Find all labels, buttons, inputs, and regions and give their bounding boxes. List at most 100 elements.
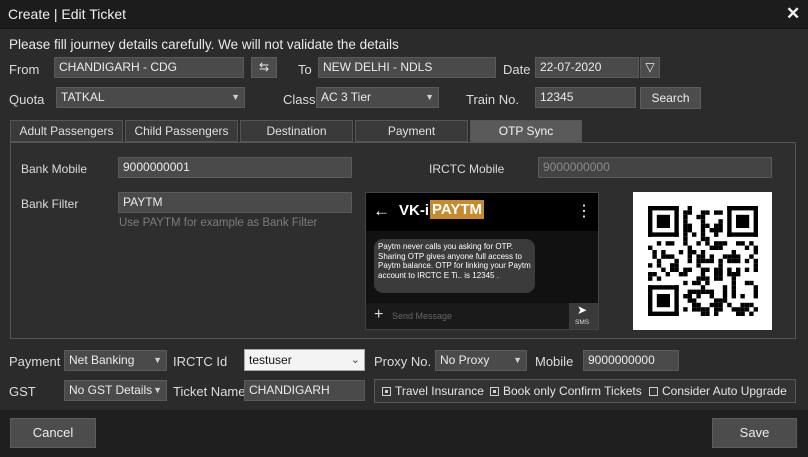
- class-select[interactable]: AC 3 Tier ▼: [316, 87, 439, 108]
- mobile-input[interactable]: 9000000000: [583, 350, 679, 371]
- qr-module: [749, 302, 754, 308]
- from-label: From: [9, 62, 40, 77]
- qr-module: [665, 254, 670, 259]
- qr-module: [731, 276, 736, 281]
- to-station-input[interactable]: NEW DELHI - NDLS: [318, 57, 496, 78]
- qr-module: [692, 250, 697, 255]
- qr-module: [661, 250, 666, 255]
- qr-module: [683, 294, 688, 299]
- qr-module: [670, 254, 675, 259]
- qr-module: [731, 250, 736, 255]
- plus-icon[interactable]: +: [374, 306, 383, 324]
- qr-module: [696, 294, 701, 299]
- search-button[interactable]: Search: [640, 87, 701, 109]
- checkbox-checked-icon: [490, 387, 499, 396]
- qr-module: [709, 258, 714, 264]
- chevron-down-icon: ▼: [425, 92, 434, 102]
- quota-select[interactable]: TATKAL ▼: [56, 87, 245, 108]
- qr-module: [709, 302, 714, 308]
- qr-module: [656, 276, 662, 281]
- qr-module: [700, 254, 706, 259]
- qr-module: [700, 214, 706, 220]
- qr-module: [687, 245, 692, 250]
- confirm-only-checkbox[interactable]: Book only Confirm Tickets: [490, 380, 642, 402]
- qr-module: [736, 307, 741, 312]
- qr-module: [740, 307, 745, 312]
- swap-stations-button[interactable]: ⇆: [251, 57, 277, 78]
- cancel-button[interactable]: Cancel: [10, 418, 96, 448]
- qr-finder: [648, 311, 679, 316]
- qr-module: [727, 267, 732, 272]
- qr-module: [731, 254, 736, 259]
- sms-sender-highlight: PAYTM: [430, 200, 485, 219]
- date-input[interactable]: 22-07-2020: [535, 57, 639, 78]
- ticket-name-input[interactable]: CHANDIGARH: [244, 380, 365, 401]
- sms-compose-placeholder[interactable]: Send Message: [392, 311, 452, 321]
- qr-module: [749, 254, 754, 259]
- ticket-name-label: Ticket Name: [173, 384, 246, 399]
- qr-module: [722, 289, 728, 294]
- tab-child-passengers[interactable]: Child Passengers: [125, 120, 238, 142]
- qr-module: [731, 289, 736, 294]
- qr-module: [696, 302, 701, 308]
- qr-module: [683, 267, 688, 272]
- qr-module: [683, 223, 688, 228]
- qr-module: [714, 241, 719, 246]
- tab-otp-sync[interactable]: OTP Sync: [470, 120, 582, 142]
- close-icon[interactable]: ✕: [786, 4, 800, 24]
- options-bar: Travel Insurance Book only Confirm Ticke…: [374, 379, 796, 403]
- qr-module: [736, 258, 741, 264]
- irctc-mobile-input[interactable]: 9000000000: [538, 157, 772, 178]
- gst-select[interactable]: No GST Details ▼: [64, 380, 167, 401]
- send-sms-button[interactable]: ➤ SMS: [569, 303, 598, 329]
- qr-module: [670, 267, 675, 272]
- qr-module: [683, 272, 688, 277]
- qr-module: [709, 245, 714, 250]
- tab-payment[interactable]: Payment: [355, 120, 468, 142]
- sms-message-bubble: Paytm never calls you asking for OTP. Sh…: [374, 239, 535, 293]
- qr-module: [753, 258, 758, 264]
- qr-module: [652, 254, 657, 259]
- tab-adult-passengers[interactable]: Adult Passengers: [10, 120, 123, 142]
- from-station-input[interactable]: CHANDIGARH - CDG: [54, 57, 244, 78]
- qr-module: [683, 214, 688, 220]
- gst-label: GST: [9, 384, 36, 399]
- qr-module: [722, 294, 728, 299]
- qr-module: [753, 245, 758, 250]
- qr-module: [700, 250, 706, 255]
- qr-module: [687, 294, 692, 299]
- bank-mobile-input[interactable]: 9000000001: [118, 157, 352, 178]
- mobile-label: Mobile: [535, 354, 574, 369]
- tab-destination[interactable]: Destination: [240, 120, 353, 142]
- more-menu-icon[interactable]: ⋮: [576, 201, 592, 221]
- action-bar: [0, 410, 808, 457]
- qr-module: [736, 267, 741, 272]
- qr-module: [696, 307, 701, 312]
- irctc-id-value: testuser: [249, 353, 292, 367]
- calendar-dropdown-button[interactable]: ▽: [640, 57, 660, 78]
- bank-mobile-label: Bank Mobile: [21, 162, 88, 176]
- chevron-down-icon: ▼: [153, 385, 162, 395]
- proxy-select[interactable]: No Proxy ▼: [435, 350, 527, 371]
- travel-insurance-checkbox[interactable]: Travel Insurance: [382, 380, 484, 402]
- qr-module: [648, 245, 653, 250]
- qr-finder: [656, 214, 670, 228]
- qr-module: [753, 307, 758, 312]
- auto-upgrade-checkbox[interactable]: Consider Auto Upgrade: [649, 380, 787, 402]
- qr-module: [656, 258, 662, 264]
- qr-module: [700, 276, 706, 281]
- train-number-input[interactable]: 12345: [535, 87, 636, 108]
- save-button[interactable]: Save: [712, 418, 797, 448]
- chevron-down-icon: ⌄: [350, 354, 360, 366]
- payment-select[interactable]: Net Banking ▼: [64, 350, 167, 371]
- qr-module: [700, 258, 706, 264]
- qr-finder: [656, 294, 670, 308]
- back-arrow-icon[interactable]: ←: [373, 201, 390, 221]
- qr-module: [705, 289, 710, 294]
- qr-module: [687, 258, 692, 264]
- qr-module: [718, 272, 723, 277]
- irctc-id-select[interactable]: testuser ⌄: [244, 349, 365, 371]
- qr-module: [700, 267, 706, 272]
- qr-module: [700, 223, 706, 228]
- bank-filter-input[interactable]: PAYTM: [118, 192, 352, 213]
